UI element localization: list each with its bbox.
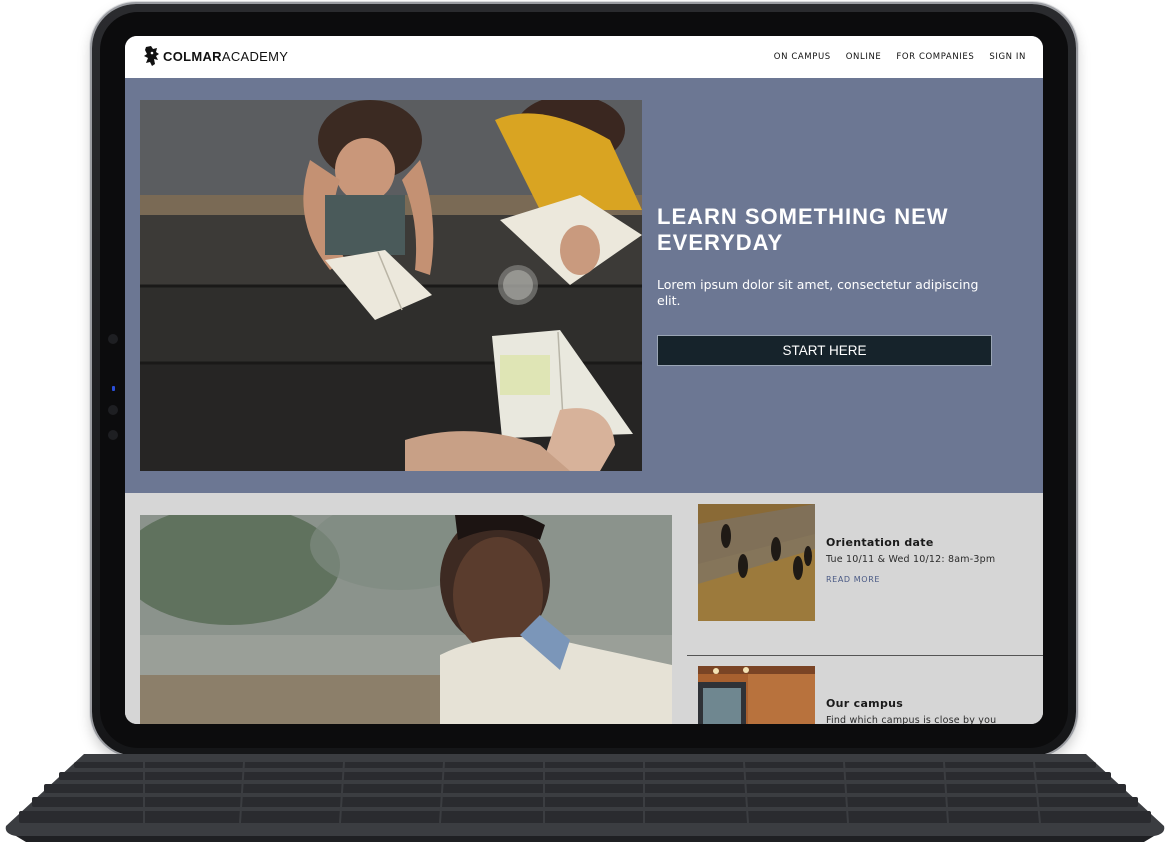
news-text: Find which campus is close by you: [826, 715, 997, 724]
student-photo: [140, 515, 672, 724]
hero-subtitle: Lorem ipsum dolor sit amet, consectetur …: [657, 277, 979, 308]
camera-dot: [108, 405, 118, 415]
camera-indicator: [112, 386, 115, 391]
nav-on-campus[interactable]: ON CAMPUS: [774, 52, 831, 62]
top-navbar: COLMAR ACADEMY ON CAMPUS ONLINE FOR COMP…: [125, 36, 1043, 78]
brand-name-bold: COLMAR: [163, 48, 222, 64]
nav-for-companies[interactable]: FOR COMPANIES: [896, 52, 974, 62]
news-thumb-campus: [698, 666, 815, 724]
browser-screen: COLMAR ACADEMY ON CAMPUS ONLINE FOR COMP…: [125, 36, 1043, 724]
read-more-link[interactable]: READ MORE: [826, 575, 880, 584]
camera-dot: [108, 334, 118, 344]
camera-dot: [108, 430, 118, 440]
brand-name-light: ACADEMY: [221, 48, 289, 64]
news-item-orientation: Orientation date Tue 10/11 & Wed 10/12: …: [698, 504, 1028, 644]
hero-photo-students-reading: [140, 100, 642, 471]
news-thumb-orientation: [698, 504, 815, 621]
hero-section: LEARN SOMETHING NEW EVERYDAY Lorem ipsum…: [125, 78, 1043, 493]
news-item-campus: Our campus Find which campus is close by…: [698, 666, 1028, 724]
news-title: Our campus: [826, 697, 904, 710]
news-divider: [687, 655, 1043, 656]
lower-section: Orientation date Tue 10/11 & Wed 10/12: …: [125, 493, 1043, 724]
brand-logo[interactable]: COLMAR ACADEMY: [143, 45, 288, 67]
start-here-button[interactable]: START HERE: [657, 335, 992, 366]
lion-crest-icon: [144, 46, 159, 66]
nav-online[interactable]: ONLINE: [846, 52, 882, 62]
hero-title: LEARN SOMETHING NEW EVERYDAY: [657, 204, 949, 255]
keyboard-case: [4, 754, 1166, 842]
main-nav: ON CAMPUS ONLINE FOR COMPANIES SIGN IN: [774, 52, 1026, 62]
news-title: Orientation date: [826, 536, 934, 549]
news-text: Tue 10/11 & Wed 10/12: 8am-3pm: [826, 554, 996, 565]
nav-sign-in[interactable]: SIGN IN: [989, 52, 1026, 62]
